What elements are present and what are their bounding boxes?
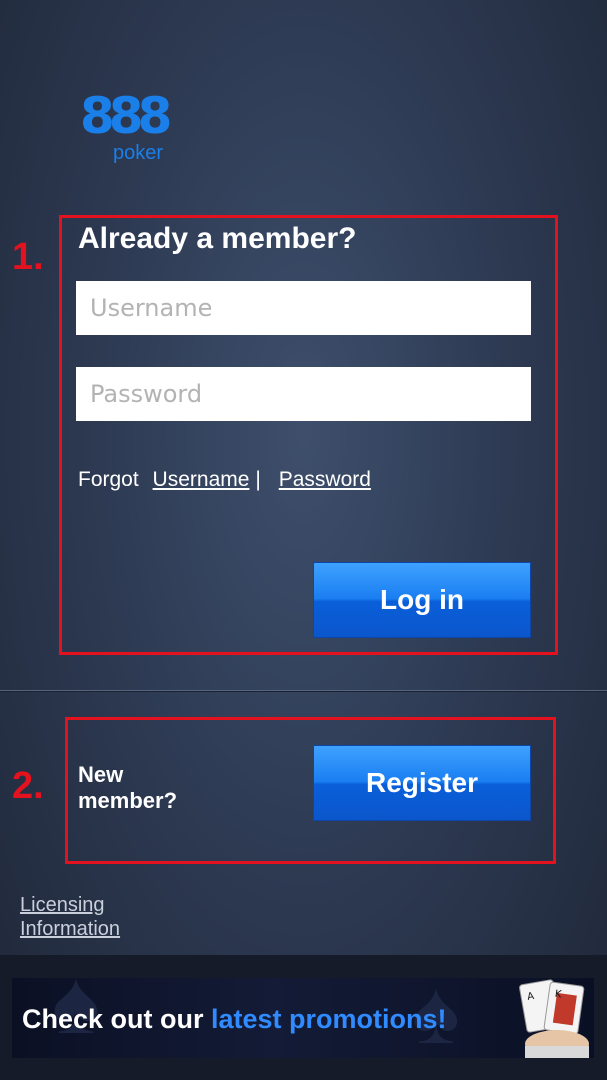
logo-word: poker	[113, 142, 164, 164]
promo-text-white: Check out our	[22, 1004, 212, 1034]
playing-cards-hand-icon: A K	[519, 979, 589, 1058]
promo-text: Check out our latest promotions!	[22, 1004, 447, 1035]
promotions-banner[interactable]: ♠ ♠ Check out our latest promotions! A K	[12, 978, 594, 1058]
section-divider	[0, 690, 607, 692]
password-input[interactable]	[76, 367, 531, 421]
forgot-password-link[interactable]: Password	[279, 468, 371, 491]
new-member-label: New member?	[78, 762, 178, 813]
login-button[interactable]: Log in	[313, 562, 531, 638]
annotation-marker-1: 1.	[12, 236, 44, 278]
login-heading: Already a member?	[78, 222, 357, 255]
licensing-line-2: Information	[20, 918, 121, 940]
forgot-credentials-row: Forgot Username | Password	[78, 468, 371, 492]
register-button[interactable]: Register	[313, 745, 531, 821]
username-input[interactable]	[76, 281, 531, 335]
licensing-information-link[interactable]: Licensing Information	[20, 893, 120, 941]
annotation-marker-2: 2.	[12, 765, 44, 807]
link-separator: |	[255, 468, 261, 491]
forgot-label: Forgot	[78, 468, 139, 491]
licensing-line-1: Licensing	[20, 894, 105, 916]
forgot-username-link[interactable]: Username	[153, 468, 250, 491]
promo-text-blue: latest promotions!	[211, 1004, 447, 1034]
888poker-logo: 888 poker	[80, 88, 180, 168]
logo-number: 888	[80, 87, 172, 145]
